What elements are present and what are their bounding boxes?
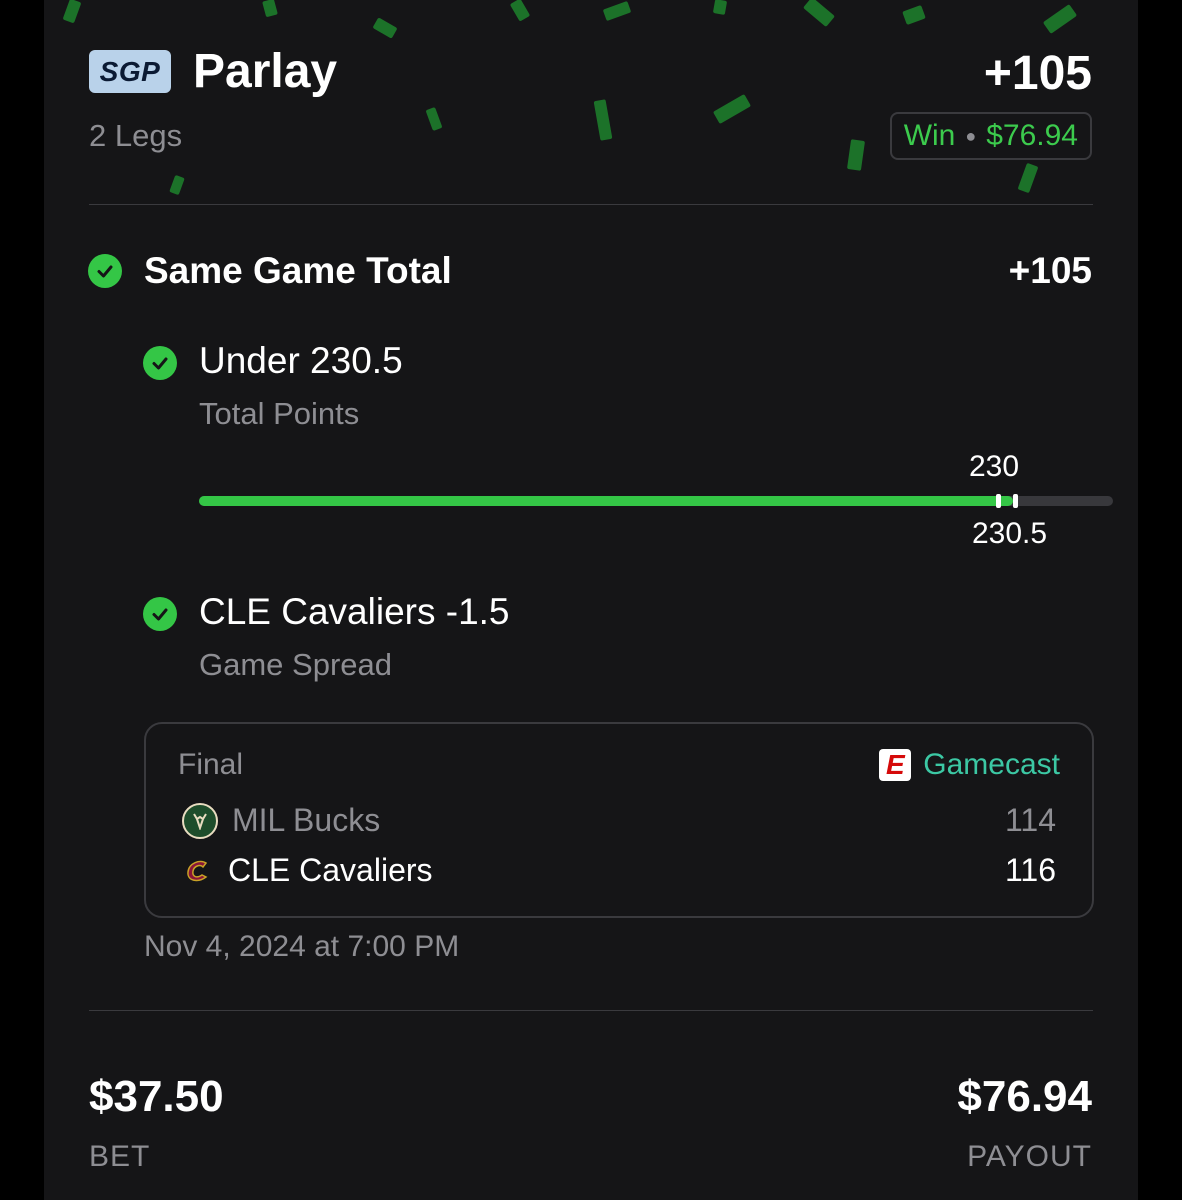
win-status-label: Win	[903, 119, 956, 152]
confetti-decoration	[262, 0, 278, 18]
check-circle-icon	[143, 346, 177, 380]
confetti-decoration	[593, 99, 613, 141]
sgp-badge: SGP	[89, 50, 171, 93]
payout-amount: $76.94	[957, 1072, 1092, 1121]
win-status-amount: $76.94	[986, 119, 1078, 152]
team-score: 114	[1004, 802, 1056, 838]
progress-track	[199, 496, 1113, 506]
team-name: MIL Bucks	[232, 802, 381, 838]
game-status: Final	[178, 748, 244, 781]
cavaliers-logo-icon	[182, 855, 214, 887]
game-score-box: Final E Gamecast MIL Bucks 114 CLE Caval…	[144, 722, 1094, 918]
progress-fill	[199, 496, 1013, 506]
bet-title: Parlay	[193, 45, 338, 98]
progress-current-marker	[996, 494, 1001, 508]
leg-title: Under 230.5	[199, 340, 403, 381]
team-name: CLE Cavaliers	[228, 852, 433, 888]
gamecast-link[interactable]: E Gamecast	[879, 748, 1060, 782]
confetti-decoration	[1017, 162, 1039, 194]
bet-card: SGP Parlay 2 Legs +105 Win ● $76.94 Same…	[44, 0, 1138, 1200]
progress-line-marker	[1013, 494, 1018, 508]
progress-line-label: 230.5	[972, 517, 1048, 550]
payout-label: PAYOUT	[967, 1140, 1092, 1173]
section-title: Same Game Total	[144, 250, 452, 291]
bet-odds: +105	[983, 47, 1092, 100]
confetti-decoration	[803, 0, 835, 28]
gamecast-label: Gamecast	[923, 748, 1060, 781]
check-circle-icon	[88, 254, 122, 288]
section-odds: +105	[1008, 250, 1092, 291]
win-status-badge: Win ● $76.94	[889, 112, 1092, 160]
legs-count: 2 Legs	[89, 118, 183, 153]
bucks-logo-icon	[182, 802, 218, 839]
confetti-decoration	[902, 5, 926, 25]
leg-subtitle: Total Points	[199, 396, 360, 431]
confetti-decoration	[846, 139, 866, 171]
team-row: CLE Cavaliers 116	[182, 852, 1056, 889]
progress-current-label: 230	[969, 450, 1020, 483]
bet-label: BET	[89, 1140, 151, 1173]
check-circle-icon	[143, 597, 177, 631]
confetti-decoration	[602, 0, 632, 22]
bet-amount: $37.50	[89, 1072, 224, 1121]
team-row: MIL Bucks 114	[182, 802, 1056, 839]
confetti-decoration	[425, 106, 443, 132]
confetti-decoration	[169, 174, 185, 196]
separator-dot-icon: ●	[965, 125, 977, 146]
confetti-decoration	[372, 17, 398, 39]
team-score: 116	[1004, 852, 1056, 888]
confetti-decoration	[712, 0, 728, 15]
confetti-decoration	[1042, 4, 1078, 34]
footer-divider	[89, 1010, 1093, 1011]
confetti-decoration	[712, 93, 752, 125]
confetti-decoration	[62, 0, 82, 24]
leg-subtitle: Game Spread	[199, 647, 392, 682]
game-date: Nov 4, 2024 at 7:00 PM	[144, 930, 460, 963]
confetti-decoration	[509, 0, 531, 22]
leg-title: CLE Cavaliers -1.5	[199, 591, 510, 632]
header-divider	[89, 204, 1093, 205]
espn-icon: E	[879, 749, 912, 781]
